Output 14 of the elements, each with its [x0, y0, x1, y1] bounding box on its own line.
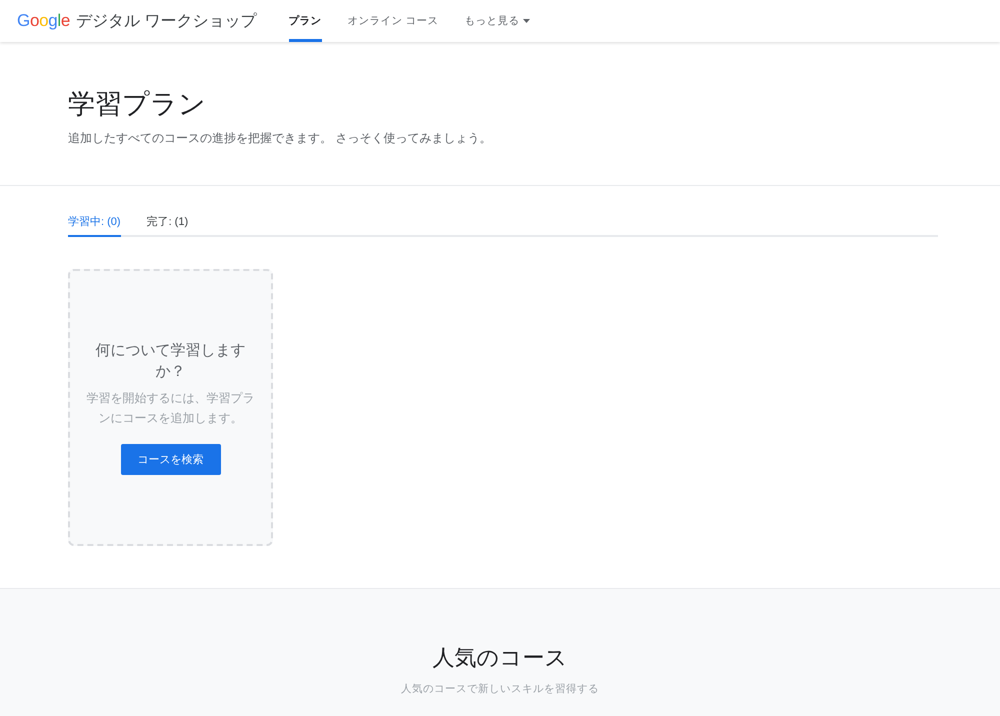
nav-item[interactable]: もっと見る — [464, 0, 530, 42]
card-text: 学習を開始するには、学習プランにコースを追加します。 — [86, 390, 256, 427]
page-title: 学習プラン — [68, 88, 207, 121]
tab[interactable]: 完了: (1) — [146, 214, 188, 237]
section-subtitle: 人気のコースで新しいスキルを習得する — [400, 682, 600, 696]
nav-item[interactable]: プラン — [288, 0, 322, 42]
nav-item[interactable]: オンライン コース — [348, 0, 438, 42]
tab[interactable]: 学習中: (0) — [68, 214, 121, 237]
section-title: 人気のコース — [432, 644, 568, 672]
page-subtitle: 追加したすべてのコースの進捗を把握できます。 さっそく使ってみましょう。 — [68, 130, 492, 147]
search-courses-button[interactable]: コースを検索 — [120, 444, 220, 475]
site-title: デジタル ワークショップ — [76, 12, 256, 32]
card-title: 何について学習しますか？ — [94, 341, 246, 382]
google-logo[interactable]: Google — [17, 11, 70, 31]
